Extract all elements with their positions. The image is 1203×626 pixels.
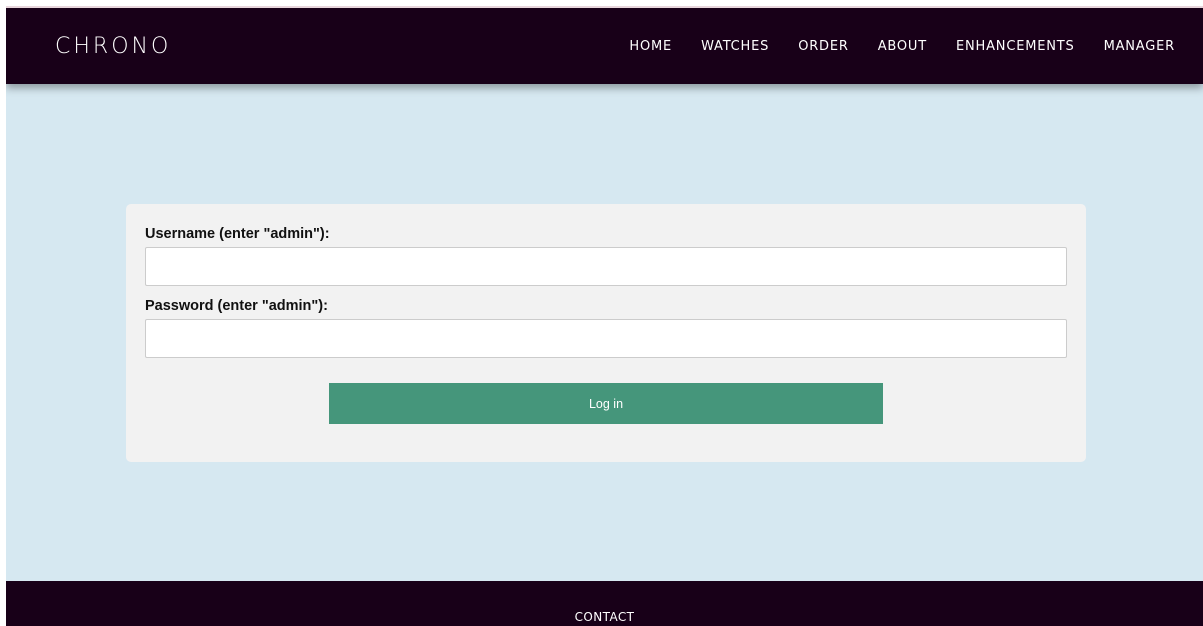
nav-links: HOME WATCHES ORDER ABOUT ENHANCEMENTS MA… — [629, 39, 1175, 54]
username-input[interactable] — [145, 247, 1067, 286]
login-card: Username (enter "admin"): Password (ente… — [126, 204, 1086, 462]
username-label: Username (enter "admin"): — [145, 226, 330, 242]
brand-logo[interactable]: CHRONO — [55, 34, 171, 59]
nav-link-home[interactable]: HOME — [629, 39, 672, 54]
nav-link-watches[interactable]: WATCHES — [701, 39, 769, 54]
nav-link-about[interactable]: ABOUT — [878, 39, 927, 54]
navbar: CHRONO HOME WATCHES ORDER ABOUT ENHANCEM… — [6, 8, 1203, 84]
password-group: Password (enter "admin"): — [145, 296, 1067, 358]
footer: CONTACT — [6, 581, 1203, 626]
footer-contact-link[interactable]: CONTACT — [575, 610, 635, 624]
nav-link-manager[interactable]: MANAGER — [1104, 39, 1175, 54]
page-frame: CHRONO HOME WATCHES ORDER ABOUT ENHANCEM… — [6, 6, 1203, 626]
login-button[interactable]: Log in — [329, 383, 883, 424]
nav-link-order[interactable]: ORDER — [798, 39, 849, 54]
password-label: Password (enter "admin"): — [145, 298, 328, 314]
nav-link-enhancements[interactable]: ENHANCEMENTS — [956, 39, 1075, 54]
password-input[interactable] — [145, 319, 1067, 358]
